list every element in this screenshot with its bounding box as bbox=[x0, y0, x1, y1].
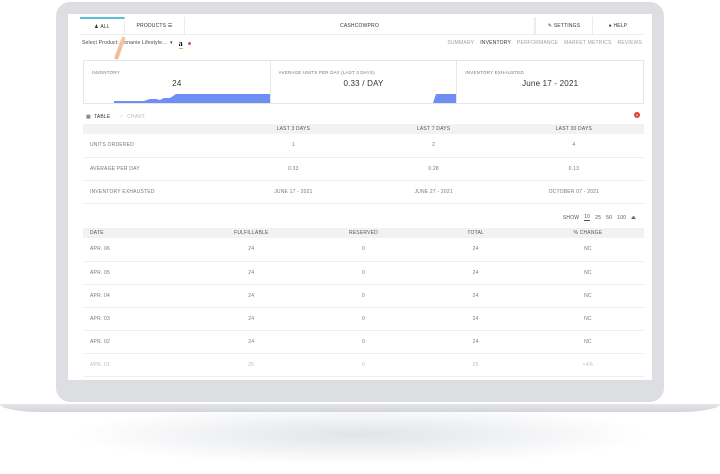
page-size-selector: SHOW 10 25 50 100 ⏏ bbox=[563, 214, 636, 221]
section-tabs: SUMMARY INVENTORY PERFORMANCE MARKET MET… bbox=[447, 40, 642, 46]
metric-inventory: INVENTORY 24 bbox=[84, 61, 271, 103]
table-row: UNITS ORDERED 1 2 4 bbox=[83, 134, 644, 158]
nav-all-button[interactable]: ♟ ALL bbox=[80, 17, 125, 34]
wrench-icon: ✎ bbox=[547, 22, 553, 29]
app-screen: ♟ ALL PRODUCTS ☰ CASHCOWPRO ✎ SETTINGS ●… bbox=[68, 14, 652, 380]
summary-table: LAST 3 DAYS LAST 7 DAYS LAST 30 DAYS UNI… bbox=[83, 124, 644, 204]
tab-performance[interactable]: PERFORMANCE bbox=[517, 40, 558, 46]
menu-icon: ☰ bbox=[167, 22, 173, 29]
tab-summary[interactable]: SUMMARY bbox=[447, 40, 474, 46]
table-icon[interactable]: ▦ bbox=[86, 114, 91, 120]
select-product-label: Select Product: bbox=[82, 40, 119, 46]
laptop-base bbox=[0, 404, 720, 412]
table-row: APR. 05 24 0 24 NC bbox=[83, 261, 644, 285]
chart-toggle[interactable]: CHART bbox=[127, 114, 145, 120]
laptop-shadow bbox=[70, 405, 650, 465]
metric-exhausted: INVENTORY EXHAUSTED June 17 - 2021 bbox=[465, 70, 579, 88]
page-size-10[interactable]: 10 bbox=[584, 214, 591, 221]
table-header-row: LAST 3 DAYS LAST 7 DAYS LAST 30 DAYS bbox=[83, 124, 644, 134]
avg-units-sparkline bbox=[432, 94, 457, 103]
amazon-logo-icon[interactable]: a bbox=[178, 39, 184, 49]
show-label: SHOW bbox=[562, 214, 580, 221]
home-icon: ♟ bbox=[94, 23, 99, 30]
download-icon[interactable]: ⏏ bbox=[631, 215, 636, 221]
nav-help-button[interactable]: ● HELP bbox=[593, 17, 643, 34]
view-toggle: ▦ TABLE ⟋ CHART bbox=[86, 114, 145, 120]
metric-cards: INVENTORY 24 AVERAGE UNITS PER DAY (LAST… bbox=[83, 60, 644, 104]
table-row: AVERAGE PER DAY 0.33 0.28 0.13 bbox=[83, 157, 644, 181]
product-bar: Select Product: lonanie Lifestyle... ▾ a… bbox=[82, 38, 642, 49]
table-row: APR. 01 25 0 25 +4% bbox=[83, 353, 644, 377]
table-row: APR. 03 24 0 24 NC bbox=[83, 307, 644, 331]
chart-icon[interactable]: ⟋ bbox=[119, 114, 123, 120]
tab-market-metrics[interactable]: MARKET METRICS bbox=[564, 40, 611, 46]
table-toggle[interactable]: TABLE bbox=[94, 114, 110, 120]
tab-reviews[interactable]: REVIEWS bbox=[618, 40, 642, 46]
help-icon: ● bbox=[608, 22, 612, 29]
table-header-row: DATE FULFILLABLE RESERVED TOTAL % CHANGE bbox=[83, 228, 644, 238]
laptop-mockup: ♟ ALL PRODUCTS ☰ CASHCOWPRO ✎ SETTINGS ●… bbox=[0, 0, 720, 474]
table-row: APR. 04 24 0 24 NC bbox=[83, 284, 644, 308]
nav-settings-button[interactable]: ✎ SETTINGS bbox=[535, 17, 593, 34]
app-title: CASHCOWPRO bbox=[185, 17, 535, 34]
nav-products-button[interactable]: PRODUCTS ☰ bbox=[125, 17, 185, 34]
chevron-down-icon[interactable]: ▾ bbox=[170, 40, 173, 46]
inventory-sparkline bbox=[114, 94, 270, 103]
status-dot-icon bbox=[187, 41, 191, 45]
metric-avg-units: AVERAGE UNITS PER DAY (LAST 3 DAYS) 0.33… bbox=[271, 61, 458, 103]
page-size-50[interactable]: 50 bbox=[606, 215, 612, 221]
help-question-icon[interactable]: ? bbox=[634, 112, 640, 118]
product-select[interactable]: lonanie Lifestyle... bbox=[123, 40, 167, 46]
table-row: APR. 06 24 0 24 NC bbox=[83, 238, 644, 262]
top-nav: ♟ ALL PRODUCTS ☰ CASHCOWPRO ✎ SETTINGS ●… bbox=[80, 17, 643, 35]
table-row: APR. 02 24 0 24 NC bbox=[83, 330, 644, 354]
tab-inventory[interactable]: INVENTORY bbox=[480, 40, 511, 46]
page-size-100[interactable]: 100 bbox=[617, 215, 626, 221]
table-row: INVENTORY EXHAUSTED JUNE 17 - 2021 JUNE … bbox=[83, 180, 644, 204]
page-size-25[interactable]: 25 bbox=[595, 215, 601, 221]
daily-inventory-table: DATE FULFILLABLE RESERVED TOTAL % CHANGE… bbox=[83, 228, 644, 377]
